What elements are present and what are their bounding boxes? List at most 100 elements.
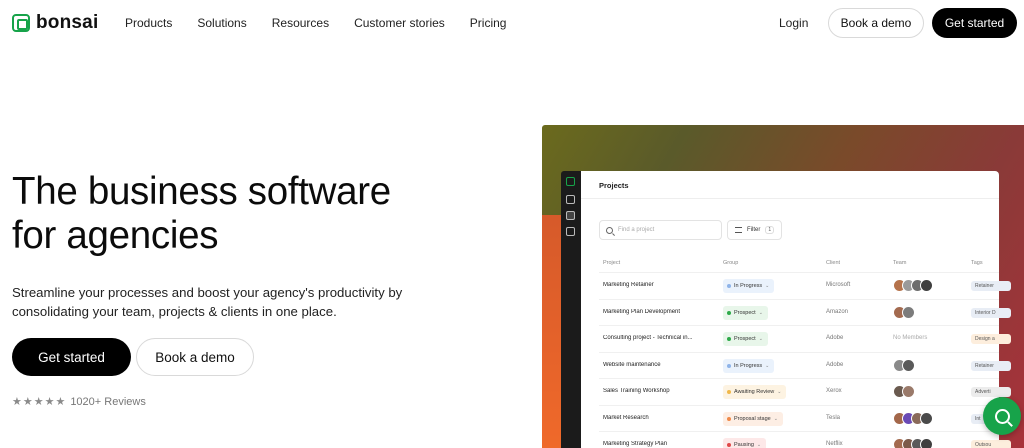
project-name: Marketing Plan Development (603, 308, 681, 315)
app-sidebar-rail (561, 171, 581, 448)
project-name: Marketing Retainer (603, 282, 654, 288)
avatar (902, 385, 915, 398)
table-row[interactable]: Consulting project - Technical in... Pros… (599, 325, 1011, 351)
hero-subtitle: Streamline your processes and boost your… (12, 285, 403, 319)
projects-title: Projects (599, 181, 629, 190)
group-label: Pausing (734, 442, 754, 448)
get-started-button[interactable]: Get started (12, 338, 131, 376)
rail-projects-icon (566, 211, 575, 220)
nav-links: Products Solutions Resources Customer st… (125, 16, 531, 30)
client-name: Amazon (826, 308, 849, 315)
column-header-group[interactable]: Group (723, 260, 738, 266)
reviews-rating: ★★★★★ 1020+ Reviews (12, 395, 146, 409)
status-dot-icon (727, 337, 731, 341)
tag-badge: Design a (971, 334, 1011, 344)
table-row[interactable]: Website maintenance In Progress ⌄ Adobe Reta… (599, 351, 1011, 378)
chevron-down-icon: ⌄ (758, 309, 763, 316)
group-label: Prospect (734, 336, 756, 342)
reviews-count: 1020+ Reviews (70, 395, 146, 408)
avatar (920, 438, 933, 448)
table-row[interactable]: Sales Training Workshop Awaiting Review ⌄ X… (599, 378, 1011, 404)
search-chat-icon (994, 408, 1010, 424)
avatar (920, 279, 933, 292)
tag-badge: Retainer (971, 281, 1011, 291)
search-icon (606, 226, 613, 234)
tag-badge: Interior D (971, 307, 1011, 318)
status-dot-icon (727, 390, 731, 394)
table-row[interactable]: Market Research Proposal stage ⌄ Tesla Int (599, 404, 1011, 431)
bonsai-logo[interactable]: bonsai (12, 12, 98, 34)
status-dot-icon (727, 443, 731, 447)
book-demo-button[interactable]: Book a demo (136, 338, 254, 376)
group-status-pill[interactable]: Prospect ⌄ (723, 332, 768, 346)
client-name: Netflix (826, 441, 843, 447)
client-name: Tesla (826, 414, 841, 421)
chevron-down-icon: ⌄ (777, 389, 782, 395)
filter-button[interactable]: Filter 1 (727, 220, 782, 240)
filter-label: Filter (747, 227, 761, 233)
group-status-pill[interactable]: Awaiting Review ⌄ (723, 385, 787, 399)
hero-title-line-2: for agencies (12, 214, 219, 257)
chevron-down-icon: ⌄ (758, 336, 763, 342)
status-dot-icon (727, 284, 731, 288)
client-name: Microsoft (826, 282, 851, 288)
group-status-pill[interactable]: Proposal stage ⌄ (723, 411, 783, 426)
status-dot-icon (727, 416, 731, 421)
chevron-down-icon: ⌄ (765, 283, 770, 289)
project-search-input[interactable]: Find a project (599, 220, 722, 240)
hero-title: The business software for agencies (12, 170, 482, 258)
client-name: Adobe (826, 335, 844, 341)
team-avatars (893, 411, 933, 425)
header-divider (581, 198, 999, 199)
avatar (902, 358, 915, 372)
project-name: Sales Training Workshop (603, 388, 670, 394)
brand-name: bonsai (36, 12, 99, 33)
chevron-down-icon: ⌄ (773, 415, 778, 422)
group-label: In Progress (734, 283, 763, 289)
nav-link-products[interactable]: Products (125, 16, 172, 30)
get-started-nav-button[interactable]: Get started (932, 8, 1017, 38)
group-status-pill[interactable]: In Progress ⌄ (723, 279, 775, 293)
nav-link-customer-stories[interactable]: Customer stories (354, 16, 445, 30)
group-status-pill[interactable]: In Progress ⌄ (723, 358, 775, 373)
team-avatars: No Members (893, 332, 927, 341)
table-header: Project Group Client Team Tags (599, 260, 999, 270)
status-dot-icon (727, 310, 731, 315)
nav-link-resources[interactable]: Resources (272, 16, 329, 30)
nav-link-pricing[interactable]: Pricing (470, 16, 507, 30)
help-chat-button[interactable] (983, 397, 1021, 435)
team-avatars (893, 358, 915, 372)
search-placeholder: Find a project (618, 227, 655, 233)
team-avatars (893, 438, 933, 448)
book-demo-nav-button[interactable]: Book a demo (828, 8, 924, 38)
login-link[interactable]: Login (779, 16, 808, 30)
project-name: Marketing Strategy Plan (603, 441, 668, 447)
filter-count-badge: 1 (765, 226, 775, 234)
group-label: Prospect (734, 309, 756, 316)
product-preview: Projects Find a project Filter 1 Project… (542, 125, 1024, 448)
avatar (902, 305, 915, 319)
client-name: Xerox (826, 388, 842, 394)
rail-home-icon (566, 195, 575, 204)
nav-link-solutions[interactable]: Solutions (197, 16, 246, 30)
table-row[interactable]: Marketing Strategy Plan Pausing ⌄ Netflix Ou… (599, 431, 1011, 448)
top-navigation: bonsai Products Solutions Resources Cust… (0, 0, 1024, 46)
group-label: In Progress (734, 362, 763, 369)
project-name: Consulting project - Technical in... (603, 335, 693, 341)
projects-app-window: Projects Find a project Filter 1 Project… (581, 171, 1011, 448)
avatar (920, 411, 933, 425)
team-avatars (893, 385, 915, 398)
group-label: Awaiting Review (734, 389, 775, 395)
rail-logo-icon (566, 177, 575, 186)
filter-icon (735, 227, 742, 233)
bonsai-logo-icon (12, 14, 30, 32)
column-header-team: Team (893, 260, 907, 266)
group-status-pill[interactable]: Pausing ⌄ (723, 438, 767, 448)
column-header-project[interactable]: Project (603, 260, 620, 266)
client-name: Adobe (826, 361, 844, 368)
team-avatars (893, 279, 933, 292)
table-row[interactable]: Marketing Retainer In Progress ⌄ Microsoft R… (599, 272, 1011, 298)
group-status-pill[interactable]: Prospect ⌄ (723, 305, 768, 320)
hero-title-line-1: The business software (12, 170, 391, 213)
table-row[interactable]: Marketing Plan Development Prospect ⌄ Amazo… (599, 298, 1011, 325)
